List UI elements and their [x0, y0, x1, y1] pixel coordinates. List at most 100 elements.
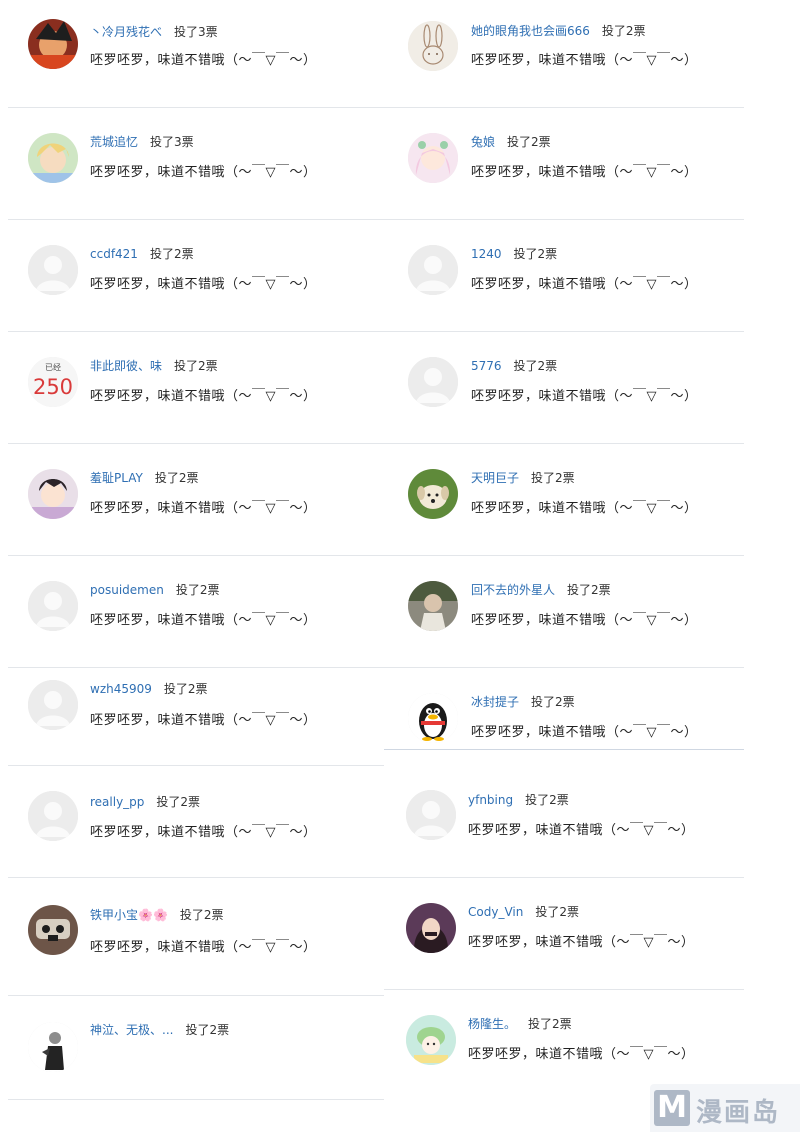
user-avatar[interactable] — [408, 581, 458, 631]
vote-count: 投了2票 — [154, 471, 199, 485]
username-link[interactable]: ccdf421 — [90, 247, 138, 261]
vote-count: 投了2票 — [185, 1023, 230, 1037]
user-avatar[interactable] — [28, 19, 78, 69]
vote-list-item: ccdf421 投了2票呸罗呸罗，味道不错哦（～￣▽￣～） — [8, 220, 384, 332]
vote-meta: 杨隆生。 投了2票 — [468, 1016, 572, 1032]
vote-meta: 丶冷月残花べ 投了3票 — [90, 24, 218, 40]
username-link[interactable]: 杨隆生。 — [468, 1017, 516, 1031]
username-link[interactable]: Cody_Vin — [468, 905, 523, 919]
vote-comment: 呸罗呸罗，味道不错哦（～￣▽￣～） — [471, 725, 698, 740]
user-avatar[interactable] — [28, 581, 78, 631]
username-link[interactable]: really_pp — [90, 795, 144, 809]
vote-comment: 呸罗呸罗，味道不错哦（～￣▽￣～） — [471, 165, 698, 180]
vote-list-item: 杨隆生。 投了2票呸罗呸罗，味道不错哦（～￣▽￣～） — [384, 990, 744, 1094]
vote-list-item: 荒城追忆 投了3票呸罗呸罗，味道不错哦（～￣▽￣～） — [8, 108, 384, 220]
username-link[interactable]: 1240 — [471, 247, 502, 261]
username-link[interactable]: posuidemen — [90, 583, 164, 597]
vote-meta: 1240 投了2票 — [471, 246, 557, 262]
vote-count: 投了2票 — [163, 682, 208, 696]
vote-meta: 荒城追忆 投了3票 — [90, 134, 194, 150]
vote-list-item: 冰封提子 投了2票呸罗呸罗，味道不错哦（～￣▽￣～） — [384, 668, 744, 750]
vote-comment: 呸罗呸罗，味道不错哦（～￣▽￣～） — [468, 823, 695, 838]
vote-comment: 呸罗呸罗，味道不错哦（～￣▽￣～） — [90, 940, 317, 955]
vote-list-item: 她的眼角我也会画666 投了2票 呸罗呸罗，味道不错哦（～￣▽￣～） — [384, 0, 744, 108]
vote-meta: posuidemen 投了2票 — [90, 582, 219, 598]
username-link[interactable]: 天明巨子 — [471, 471, 519, 485]
vote-count: 投了2票 — [174, 359, 218, 373]
user-avatar[interactable] — [408, 133, 458, 183]
username-link[interactable]: 丶冷月残花べ — [90, 25, 162, 39]
watermark-text: 漫画岛 — [696, 1098, 781, 1128]
user-avatar[interactable] — [28, 791, 78, 841]
vote-list-item: 5776 投了2票呸罗呸罗，味道不错哦（～￣▽￣～） — [384, 332, 744, 444]
vote-comment: 呸罗呸罗，味道不错哦（～￣▽￣～） — [471, 277, 698, 292]
user-avatar[interactable]: 已经 250 — [28, 357, 78, 407]
username-link[interactable]: 铁甲小宝🌸🌸 — [90, 908, 168, 922]
vote-list-item: posuidemen 投了2票呸罗呸罗，味道不错哦（～￣▽￣～） — [8, 556, 384, 668]
vote-meta: Cody_Vin 投了2票 — [468, 904, 579, 920]
vote-meta: 神泣、无极、... 投了2票 — [90, 1022, 229, 1038]
vote-list-item: 回不去的外星人 投了2票 呸罗呸罗，味道不错哦（～￣▽￣～） — [384, 556, 744, 668]
vote-count: 投了2票 — [513, 359, 558, 373]
vote-meta: really_pp 投了2票 — [90, 794, 200, 810]
vote-meta: 回不去的外星人 投了2票 — [471, 582, 611, 598]
username-link[interactable]: 羞耻PLAY — [90, 471, 143, 485]
user-avatar[interactable] — [28, 245, 78, 295]
vote-comment: 呸罗呸罗，味道不错哦（～￣▽￣～） — [90, 165, 317, 180]
vote-comment: 呸罗呸罗，味道不错哦（～￣▽￣～） — [471, 389, 698, 404]
vote-comment: 呸罗呸罗，味道不错哦（～￣▽￣～） — [90, 825, 317, 840]
user-avatar[interactable] — [408, 357, 458, 407]
vote-list-item: 丶冷月残花べ 投了3票呸罗呸罗，味道不错哦（～￣▽￣～） — [8, 0, 384, 108]
vote-meta: 天明巨子 投了2票 — [471, 470, 575, 486]
watermark-logo: M 漫画岛 — [650, 1084, 800, 1132]
user-avatar[interactable] — [28, 905, 78, 955]
vote-comment: 呸罗呸罗，味道不错哦（～￣▽￣～） — [90, 501, 317, 516]
vote-count: 投了2票 — [175, 583, 220, 597]
username-link[interactable]: 兔娘 — [471, 135, 495, 149]
vote-meta: 她的眼角我也会画666 投了2票 — [471, 23, 646, 39]
user-avatar[interactable] — [28, 133, 78, 183]
username-link[interactable]: 神泣、无极、... — [90, 1023, 173, 1037]
vote-comment: 呸罗呸罗，味道不错哦（～￣▽￣～） — [90, 277, 317, 292]
username-link[interactable]: 冰封提子 — [471, 695, 519, 709]
vote-count: 投了2票 — [535, 905, 579, 919]
username-link[interactable]: 回不去的外星人 — [471, 583, 555, 597]
user-avatar[interactable] — [28, 1022, 78, 1072]
user-avatar[interactable] — [406, 790, 456, 840]
username-link[interactable]: yfnbing — [468, 793, 513, 807]
vote-comment: 呸罗呸罗，味道不错哦（～￣▽￣～） — [90, 53, 317, 68]
user-avatar[interactable] — [406, 1015, 456, 1065]
vote-list-item: 铁甲小宝🌸🌸 投了2票 呸罗呸罗，味道不错哦（～￣▽￣～） — [8, 878, 384, 996]
vote-comment: 呸罗呸罗，味道不错哦（～￣▽￣～） — [90, 389, 317, 404]
vote-meta: ccdf421 投了2票 — [90, 246, 194, 262]
vote-count: 投了2票 — [531, 695, 575, 709]
username-link[interactable]: 她的眼角我也会画666 — [471, 24, 590, 38]
username-link[interactable]: wzh45909 — [90, 682, 152, 696]
vote-comment: 呸罗呸罗，味道不错哦（～￣▽￣～） — [471, 501, 698, 516]
user-avatar[interactable] — [408, 21, 458, 71]
user-avatar[interactable] — [408, 693, 458, 743]
vote-count: 投了2票 — [525, 793, 569, 807]
vote-count: 投了2票 — [531, 471, 575, 485]
username-link[interactable]: 荒城追忆 — [90, 135, 138, 149]
user-avatar[interactable] — [408, 245, 458, 295]
item-divider — [8, 1099, 384, 1100]
user-avatar[interactable] — [406, 903, 456, 953]
username-link[interactable]: 非此即彼、味 — [90, 359, 162, 373]
user-avatar[interactable] — [28, 680, 78, 730]
vote-comment: 呸罗呸罗，味道不错哦（～￣▽￣～） — [468, 1047, 695, 1062]
username-link[interactable]: 5776 — [471, 359, 502, 373]
vote-meta: 羞耻PLAY 投了2票 — [90, 470, 198, 486]
watermark-letter: M — [654, 1090, 690, 1126]
vote-list-item: 天明巨子 投了2票呸罗呸罗，味道不错哦（～￣▽￣～） — [384, 444, 744, 556]
vote-meta: 冰封提子 投了2票 — [471, 694, 575, 710]
vote-comment: 呸罗呸罗，味道不错哦（～￣▽￣～） — [90, 613, 317, 628]
vote-count: 投了3票 — [174, 25, 218, 39]
user-avatar[interactable] — [408, 469, 458, 519]
vote-count: 投了2票 — [507, 135, 551, 149]
svg-text:250: 250 — [33, 375, 73, 399]
user-avatar[interactable] — [28, 469, 78, 519]
vote-list-item: wzh45909 投了2票 呸罗呸罗，味道不错哦（～￣▽￣～） — [8, 668, 384, 766]
svg-text:已经: 已经 — [45, 362, 61, 372]
vote-count: 投了2票 — [513, 247, 558, 261]
